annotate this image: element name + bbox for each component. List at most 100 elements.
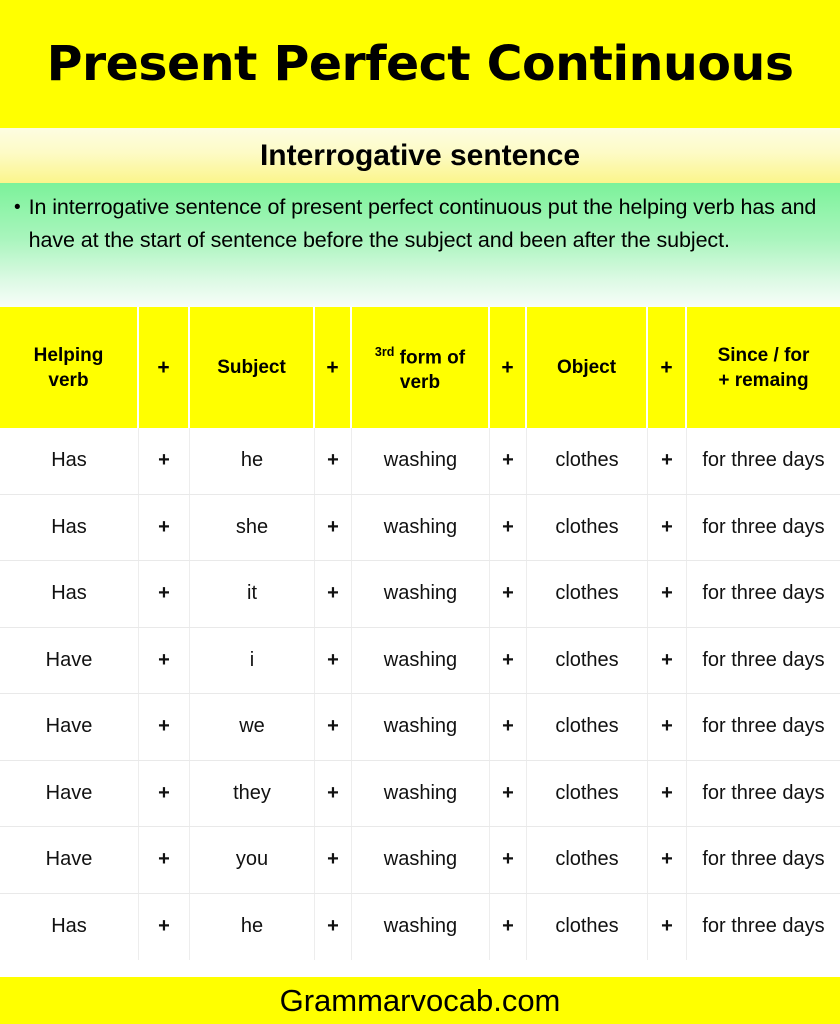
- subtitle: Interrogative sentence: [259, 138, 581, 172]
- cell-helping-verb: Have: [0, 827, 139, 893]
- cell-plus-2: +: [315, 428, 352, 494]
- header-line-2: verb: [48, 369, 89, 391]
- cell-subject: it: [190, 561, 315, 627]
- cell-plus-3: +: [490, 627, 527, 693]
- cell-object: clothes: [527, 760, 648, 826]
- column-header-subject: Subject: [190, 307, 315, 428]
- description-row: • In interrogative sentence of present p…: [14, 191, 826, 257]
- page-title: Present Perfect Continuous: [46, 36, 794, 92]
- cell-since-for: for three days: [702, 848, 825, 871]
- cell-plus-1: +: [139, 694, 190, 760]
- cell-plus-2: +: [315, 561, 352, 627]
- cell-plus-4: +: [648, 827, 687, 893]
- cell-subject: you: [190, 827, 315, 893]
- structure-table: Helping verb + Subject + 3rd form of ver…: [0, 307, 840, 977]
- table-row: Has + he + washing + clothes + for three days: [0, 893, 840, 960]
- column-header-plus-4: +: [648, 307, 687, 428]
- cell-helping-verb: Have: [0, 760, 139, 826]
- cell-verb-form: washing: [352, 694, 490, 760]
- table-row: Have + we + washing + clothes + for three days: [0, 694, 840, 761]
- header-line-1: Helping: [33, 344, 104, 366]
- cell-subject: he: [190, 893, 315, 960]
- cell-verb-form: washing: [352, 494, 490, 560]
- cell-subject: we: [190, 694, 315, 760]
- table-body: Has + he + washing + clothes + for three days Has…: [0, 428, 840, 960]
- cell-plus-1: +: [139, 627, 190, 693]
- title-band: Present Perfect Continuous: [0, 0, 840, 128]
- cell-plus-3: +: [490, 494, 527, 560]
- cell-plus-3: +: [490, 760, 527, 826]
- cell-helping-verb: Has: [0, 561, 139, 627]
- cell-plus-1: +: [139, 561, 190, 627]
- cell-plus-1: +: [139, 893, 190, 960]
- cell-plus-3: +: [490, 428, 527, 494]
- cell-verb-form: washing: [352, 893, 490, 960]
- cell-since-for: for three days: [702, 915, 825, 938]
- cell-plus-4: +: [648, 561, 687, 627]
- cell-object: clothes: [527, 627, 648, 693]
- table-header-row: Helping verb + Subject + 3rd form of ver…: [0, 307, 840, 428]
- cell-helping-verb: Has: [0, 428, 139, 494]
- cell-object: clothes: [527, 827, 648, 893]
- cell-verb-form: washing: [352, 760, 490, 826]
- cell-plus-4: +: [648, 494, 687, 560]
- cell-verb-form: washing: [352, 827, 490, 893]
- bullet-icon: •: [14, 197, 21, 218]
- column-header-plus-2: +: [315, 307, 352, 428]
- cell-object: clothes: [527, 428, 648, 494]
- table-row: Have + they + washing + clothes + for three days: [0, 760, 840, 827]
- cell-object: clothes: [527, 561, 648, 627]
- cell-helping-verb: Have: [0, 627, 139, 693]
- header-line-2: verb: [399, 372, 441, 394]
- cell-helping-verb: Have: [0, 694, 139, 760]
- cell-since-for: for three days: [702, 781, 825, 804]
- cell-helping-verb: Has: [0, 494, 139, 560]
- column-header-object: Object: [527, 307, 648, 428]
- cell-plus-3: +: [490, 827, 527, 893]
- cell-since-for: for three days: [702, 648, 825, 671]
- cell-object: clothes: [527, 893, 648, 960]
- table-row: Have + you + washing + clothes + for three days: [0, 827, 840, 894]
- cell-verb-form: washing: [352, 428, 490, 494]
- cell-plus-4: +: [648, 893, 687, 960]
- cell-object: clothes: [527, 494, 648, 560]
- column-header-plus-1: +: [139, 307, 190, 428]
- cell-plus-2: +: [315, 694, 352, 760]
- cell-plus-4: +: [648, 428, 687, 494]
- cell-plus-4: +: [648, 627, 687, 693]
- cell-verb-form: washing: [352, 627, 490, 693]
- footer-band: Grammarvocab.com: [0, 977, 840, 1024]
- cell-since-for: for three days: [702, 449, 825, 472]
- cell-since-for: for three days: [702, 515, 825, 538]
- cell-helping-verb: Has: [0, 893, 139, 960]
- cell-plus-2: +: [315, 627, 352, 693]
- header-line-2: + remaing: [718, 369, 809, 391]
- cell-plus-3: +: [490, 561, 527, 627]
- column-header-plus-3: +: [490, 307, 527, 428]
- cell-verb-form: washing: [352, 561, 490, 627]
- table-row: Has + she + washing + clothes + for three days: [0, 494, 840, 561]
- cell-plus-2: +: [315, 893, 352, 960]
- header-line-1: Since / for: [717, 344, 810, 366]
- column-header-since-for: Since / for + remaing: [687, 307, 840, 428]
- cell-plus-1: +: [139, 827, 190, 893]
- cell-since-for: for three days: [702, 715, 825, 738]
- description-band: • In interrogative sentence of present p…: [0, 183, 840, 307]
- cell-plus-4: +: [648, 694, 687, 760]
- cell-plus-1: +: [139, 760, 190, 826]
- infographic-page: Present Perfect Continuous Interrogative…: [0, 0, 840, 1024]
- cell-plus-1: +: [139, 494, 190, 560]
- cell-since-for: for three days: [702, 582, 825, 605]
- cell-subject: she: [190, 494, 315, 560]
- cell-subject: i: [190, 627, 315, 693]
- cell-plus-1: +: [139, 428, 190, 494]
- cell-plus-3: +: [490, 893, 527, 960]
- header-line-1: form of: [394, 347, 466, 369]
- header-superscript: 3rd: [374, 344, 395, 359]
- cell-plus-3: +: [490, 694, 527, 760]
- cell-plus-2: +: [315, 760, 352, 826]
- table-row: Have + i + washing + clothes + for three days: [0, 627, 840, 694]
- cell-object: clothes: [527, 694, 648, 760]
- cell-plus-4: +: [648, 760, 687, 826]
- subtitle-band: Interrogative sentence: [0, 128, 840, 183]
